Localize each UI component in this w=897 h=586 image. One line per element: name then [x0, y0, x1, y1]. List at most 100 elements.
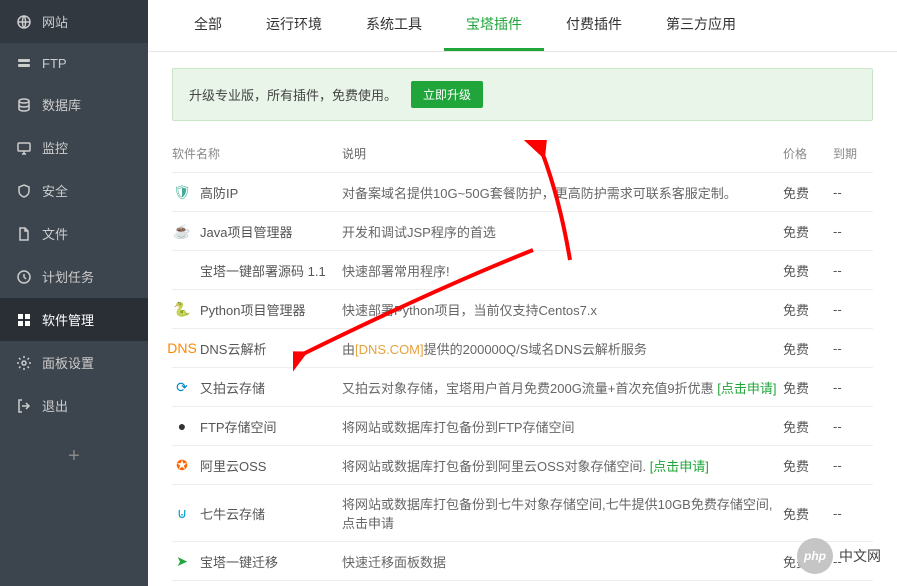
table-row: ⊍ 七牛云存储 将网站或数据库打包备份到七牛对象存储空间,七牛提供10GB免费存储空… [172, 485, 873, 542]
app-name[interactable]: 阿里云OSS [200, 456, 266, 475]
app-icon: 🐍 [172, 299, 192, 319]
sidebar-item-file[interactable]: 文件 [0, 212, 148, 255]
app-name[interactable]: FTP存储空间 [200, 417, 277, 436]
sidebar-item-exit[interactable]: 退出 [0, 384, 148, 427]
sidebar-item-label: 监控 [42, 138, 68, 157]
upgrade-button[interactable]: 立即升级 [411, 81, 483, 108]
table-row: ☕ Java项目管理器 开发和调试JSP程序的首选 免费-- [172, 212, 873, 251]
row-name-cell: ⟳又拍云存储 [172, 377, 342, 397]
table-row: 宝塔一键部署源码 1.1快速部署常用程序!免费-- [172, 251, 873, 290]
tab-2[interactable]: 系统工具 [344, 0, 444, 51]
tab-4[interactable]: 付费插件 [544, 0, 644, 51]
row-desc-cell: 将网站或数据库打包备份到阿里云OSS对象存储空间. [点击申请] [342, 456, 783, 475]
header-desc: 说明 [342, 145, 783, 162]
sidebar-item-grid[interactable]: 软件管理 [0, 298, 148, 341]
app-icon: 🛡 [172, 182, 192, 202]
table-row: ➤宝塔一键迁移快速迁移面板数据免费-- [172, 542, 873, 581]
php-brand-badge: php 中文网 [797, 538, 881, 574]
app-name[interactable]: 高防IP [200, 183, 238, 202]
row-expire: -- [833, 458, 873, 473]
row-expire: -- [833, 302, 873, 317]
app-name[interactable]: 宝塔一键部署源码 1.1 [200, 261, 326, 280]
table-row: ⟳又拍云存储又拍云对象存储，宝塔用户首月免费200G流量+首次充值9折优惠 [点… [172, 368, 873, 407]
tab-0[interactable]: 全部 [172, 0, 244, 51]
row-name-cell: ✪ 阿里云OSS [172, 455, 342, 475]
php-logo-icon: php [797, 538, 833, 574]
sidebar-add-button[interactable]: + [0, 427, 148, 486]
sidebar-item-monitor[interactable]: 监控 [0, 126, 148, 169]
header-expire: 到期 [833, 145, 873, 162]
sidebar-item-label: 网站 [42, 12, 68, 31]
table-row: ✪ 阿里云OSS 将网站或数据库打包备份到阿里云OSS对象存储空间. [点击申请]免… [172, 446, 873, 485]
app-name[interactable]: 又拍云存储 [200, 378, 265, 397]
row-desc-cell: 将网站或数据库打包备份到FTP存储空间 [342, 417, 783, 436]
row-desc-link[interactable]: 点击申请 [342, 516, 394, 531]
app-name[interactable]: Python项目管理器 [200, 300, 305, 319]
row-expire: -- [833, 419, 873, 434]
row-desc-text: 快速迁移面板数据 [342, 555, 446, 570]
row-expire: -- [833, 185, 873, 200]
sidebar-item-clock[interactable]: 计划任务 [0, 255, 148, 298]
sidebar-item-shield[interactable]: 安全 [0, 169, 148, 212]
row-desc-cell: 快速部署Python项目，当前仅支持Centos7.x [342, 300, 783, 319]
grid-icon [16, 312, 32, 328]
row-desc-cell: 又拍云对象存储，宝塔用户首月免费200G流量+首次充值9折优惠 [点击申请] [342, 378, 783, 397]
row-desc-text: 开发和调试JSP程序的首选 [342, 225, 496, 240]
row-name-cell: ⊍ 七牛云存储 [172, 503, 342, 523]
row-name-cell: ➤宝塔一键迁移 [172, 551, 342, 571]
row-expire: -- [833, 341, 873, 356]
app-icon: ✪ [172, 455, 192, 475]
sidebar-item-label: 退出 [42, 396, 68, 415]
row-desc-link[interactable]: [DNS.COM] [355, 342, 424, 357]
main-content: 全部运行环境系统工具宝塔插件付费插件第三方应用 升级专业版，所有插件，免费使用。… [148, 0, 897, 586]
row-price: 免费 [783, 378, 833, 397]
sidebar-item-globe[interactable]: 网站 [0, 0, 148, 43]
sidebar: 网站 FTP 数据库监控安全文件计划任务软件管理面板设置退出 + [0, 0, 148, 586]
header-price: 价格 [783, 145, 833, 162]
row-name-cell: 🐍 Python项目管理器 [172, 299, 342, 319]
row-desc-link[interactable]: [点击申请] [717, 381, 776, 396]
row-desc-text: 快速部署Python项目，当前仅支持Centos7.x [342, 303, 597, 318]
monitor-icon [16, 140, 32, 156]
sidebar-item-label: 计划任务 [42, 267, 94, 286]
sidebar-item-ftp[interactable]: FTP [0, 43, 148, 83]
table-row: 🛡 高防IP 对备案域名提供10G~50G套餐防护，更高防护需求可联系客服定制。 免费… [172, 173, 873, 212]
tab-5[interactable]: 第三方应用 [644, 0, 758, 51]
sidebar-item-gear[interactable]: 面板设置 [0, 341, 148, 384]
row-desc-cell: 快速部署常用程序! [342, 261, 783, 280]
app-icon: ⊍ [172, 503, 192, 523]
row-price: 免费 [783, 456, 833, 475]
row-name-cell: ☕ Java项目管理器 [172, 221, 342, 241]
row-desc-cell: 由[DNS.COM]提供的200000Q/S域名DNS云解析服务 [342, 339, 783, 358]
row-name-cell: 宝塔一键部署源码 1.1 [172, 260, 342, 280]
sidebar-item-database[interactable]: 数据库 [0, 83, 148, 126]
app-icon: DNS [172, 338, 192, 358]
row-desc-cell: 开发和调试JSP程序的首选 [342, 222, 783, 241]
app-name[interactable]: 七牛云存储 [200, 504, 265, 523]
table-row: DNS DNS云解析 由[DNS.COM]提供的200000Q/S域名DNS云解析服… [172, 329, 873, 368]
row-desc-text: 对备案域名提供10G~50G套餐防护，更高防护需求可联系客服定制。 [342, 186, 737, 201]
table-header: 软件名称 说明 价格 到期 [172, 135, 873, 173]
exit-icon [16, 398, 32, 414]
tab-1[interactable]: 运行环境 [244, 0, 344, 51]
row-expire: -- [833, 224, 873, 239]
row-desc-link[interactable]: [点击申请] [650, 459, 709, 474]
row-price: 免费 [783, 417, 833, 436]
row-desc-text: 快速部署常用程序! [342, 264, 450, 279]
app-icon: ☕ [172, 221, 192, 241]
row-desc-cell: 快速迁移面板数据 [342, 552, 783, 571]
app-name[interactable]: Java项目管理器 [200, 222, 292, 241]
sidebar-item-label: 安全 [42, 181, 68, 200]
sidebar-item-label: 软件管理 [42, 310, 94, 329]
app-name[interactable]: 宝塔一键迁移 [200, 552, 278, 571]
sidebar-item-label: 文件 [42, 224, 68, 243]
tab-3[interactable]: 宝塔插件 [444, 0, 544, 51]
app-icon: ● [172, 416, 192, 436]
row-price: 免费 [783, 183, 833, 202]
row-price: 免费 [783, 222, 833, 241]
row-desc-cell: 将网站或数据库打包备份到七牛对象存储空间,七牛提供10GB免费存储空间, 点击申… [342, 494, 783, 532]
sidebar-item-label: 数据库 [42, 95, 81, 114]
app-icon [172, 260, 192, 280]
shield-icon [16, 183, 32, 199]
app-name[interactable]: DNS云解析 [200, 339, 266, 358]
